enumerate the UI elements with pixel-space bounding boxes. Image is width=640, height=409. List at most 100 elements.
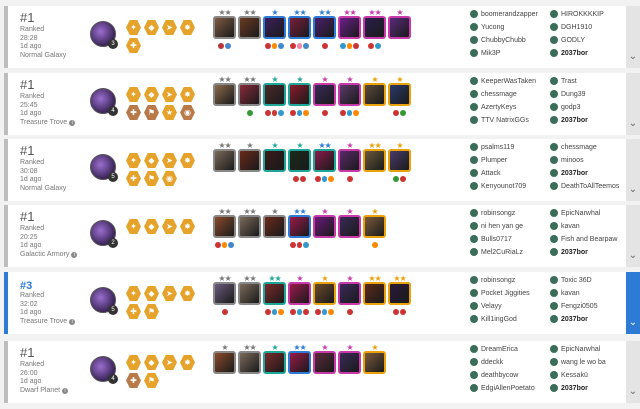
trait-icon[interactable]: ✦	[126, 355, 141, 370]
lobby-player[interactable]: TTV NatrixGGs	[470, 115, 550, 125]
trait-icon[interactable]: ✦	[126, 219, 141, 234]
champion-portrait[interactable]: ★	[388, 75, 411, 116]
champion-portrait[interactable]: ★★	[213, 75, 236, 106]
champion-portrait[interactable]: ★	[238, 141, 261, 172]
expand-button[interactable]: ⌄	[626, 73, 640, 135]
item-icon[interactable]	[271, 110, 278, 116]
item-icon[interactable]	[340, 110, 346, 116]
trait-icon[interactable]: ◆	[144, 87, 159, 102]
expand-button[interactable]: ⌄	[626, 272, 640, 334]
item-icon[interactable]	[246, 110, 253, 116]
lobby-player[interactable]: Pocket Jiggities	[470, 288, 550, 298]
item-icon[interactable]	[296, 43, 303, 49]
item-icon[interactable]	[271, 43, 278, 49]
item-icon[interactable]	[290, 309, 296, 315]
lobby-player[interactable]: minoos	[550, 155, 630, 165]
expand-button[interactable]: ⌄	[626, 6, 640, 68]
trait-icon[interactable]: ✸	[180, 20, 195, 35]
item-icon[interactable]	[296, 309, 303, 315]
champion-portrait[interactable]: ★	[288, 141, 311, 182]
lobby-player[interactable]: Mik3P	[470, 48, 550, 58]
item-icon[interactable]	[321, 309, 328, 315]
trait-icon[interactable]: ➤	[162, 153, 177, 168]
match-row[interactable]: #1 Ranked 28:28 1d ago Normal Galaxy 3 ✦ ◆ ➤ ✸ ✚ ★★…	[4, 6, 640, 68]
champion-portrait[interactable]: ★★	[213, 141, 236, 172]
item-icon[interactable]	[371, 242, 378, 248]
trait-icon[interactable]: ✦	[126, 153, 141, 168]
lobby-player[interactable]: chessmage	[550, 142, 630, 152]
champion-portrait[interactable]: ★★	[238, 8, 261, 39]
match-row[interactable]: #3 Ranked 32:02 1d ago Treasure Trove i 5 ✦ ◆ ➤ ✸ ✚…	[4, 272, 640, 334]
item-icon[interactable]	[315, 309, 321, 315]
info-icon[interactable]: i	[69, 119, 76, 126]
trait-icon[interactable]: ➤	[162, 20, 177, 35]
champion-portrait[interactable]: ★	[263, 343, 286, 374]
champion-portrait[interactable]: ★★	[288, 8, 311, 49]
champion-portrait[interactable]: ★	[338, 75, 361, 116]
champion-portrait[interactable]: ★★	[288, 343, 311, 374]
item-icon[interactable]	[265, 110, 271, 116]
trait-icon[interactable]: ✦	[126, 20, 141, 35]
item-icon[interactable]	[303, 43, 310, 49]
champion-portrait[interactable]: ★	[338, 274, 361, 315]
item-icon[interactable]	[296, 242, 303, 248]
item-icon[interactable]	[346, 43, 353, 49]
lobby-player[interactable]: 2037bor	[550, 115, 630, 125]
lobby-player[interactable]: deathbycow	[470, 370, 550, 380]
item-icon[interactable]	[353, 110, 360, 116]
item-icon[interactable]	[296, 110, 303, 116]
champion-portrait[interactable]: ★★	[238, 274, 261, 305]
champion-portrait[interactable]: ★	[213, 343, 236, 374]
item-icon[interactable]	[290, 110, 296, 116]
lobby-player[interactable]: EpicNarwhal	[550, 208, 630, 218]
lobby-player[interactable]: ChubbyChubb	[470, 35, 550, 45]
lobby-player[interactable]: 2037bor	[550, 314, 630, 324]
trait-icon[interactable]: ⚑	[144, 304, 159, 319]
lobby-player[interactable]: ni hen yan ge	[470, 221, 550, 231]
item-icon[interactable]	[218, 43, 224, 49]
champion-portrait[interactable]: ★★	[363, 8, 386, 49]
item-icon[interactable]	[393, 309, 399, 315]
item-icon[interactable]	[221, 242, 228, 248]
item-icon[interactable]	[321, 43, 328, 49]
item-icon[interactable]	[271, 309, 278, 315]
champion-portrait[interactable]: ★★	[388, 274, 411, 315]
item-icon[interactable]	[278, 43, 285, 49]
item-icon[interactable]	[353, 43, 360, 49]
lobby-player[interactable]: Yucong	[470, 22, 550, 32]
lobby-player[interactable]: Plumper	[470, 155, 550, 165]
lobby-player[interactable]: Bulls0717	[470, 234, 550, 244]
lobby-player[interactable]: robinsongz	[470, 208, 550, 218]
trait-icon[interactable]: ★	[162, 105, 177, 120]
lobby-player[interactable]: Velayy	[470, 301, 550, 311]
champion-portrait[interactable]: ★	[263, 8, 286, 49]
trait-icon[interactable]: ➤	[162, 219, 177, 234]
lobby-player[interactable]: Trast	[550, 76, 630, 86]
trait-icon[interactable]: ➤	[162, 286, 177, 301]
lobby-player[interactable]: DGH1910	[550, 22, 630, 32]
champion-portrait[interactable]: ★	[388, 8, 411, 39]
match-row[interactable]: #1 Ranked 26:00 1d ago Dwarf Planet i 4 ✦ ◆ ➤ ✸ ✚ ⚑ ★…	[4, 341, 640, 403]
trait-icon[interactable]: ✚	[126, 38, 141, 53]
trait-icon[interactable]: ✸	[180, 153, 195, 168]
champion-portrait[interactable]: ★★	[213, 8, 236, 49]
trait-icon[interactable]: ✚	[126, 105, 141, 120]
lobby-player[interactable]: EdgiAllenPoetato	[470, 383, 550, 393]
champion-portrait[interactable]: ★	[263, 207, 286, 238]
item-icon[interactable]	[315, 176, 321, 182]
item-icon[interactable]	[346, 309, 353, 315]
trait-icon[interactable]: ✚	[126, 373, 141, 388]
trait-icon[interactable]: ✚	[126, 171, 141, 186]
info-icon[interactable]: i	[62, 387, 69, 394]
item-icon[interactable]	[225, 43, 231, 49]
lobby-player[interactable]: EpicNarwhal	[550, 344, 630, 354]
item-icon[interactable]	[293, 176, 299, 182]
item-icon[interactable]	[340, 43, 346, 49]
trait-icon[interactable]: ➤	[162, 355, 177, 370]
trait-icon[interactable]: ✸	[180, 286, 195, 301]
champion-portrait[interactable]: ★	[363, 207, 386, 248]
match-row[interactable]: #1 Ranked 20:25 1d ago Galactic Armory i 2 ✦ ◆ ➤ ✸…	[4, 205, 640, 267]
trait-icon[interactable]: ✸	[180, 87, 195, 102]
trait-icon[interactable]: ⚑	[144, 105, 159, 120]
champion-portrait[interactable]: ★	[363, 75, 386, 106]
